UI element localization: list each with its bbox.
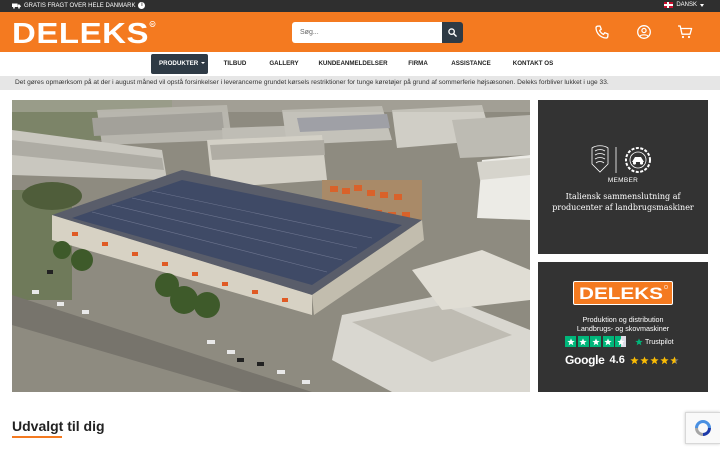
shipping-text: GRATIS FRAGT OVER HELE DANMARK <box>24 2 136 9</box>
flag-dk-icon <box>664 2 674 8</box>
member-description: Italiensk sammenslutning af producenter … <box>552 192 694 212</box>
svg-text:DELEKS: DELEKS <box>579 284 663 303</box>
top-bar: GRATIS FRAGT OVER HELE DANMARK i DANSK <box>0 0 720 12</box>
language-label: DANSK <box>676 2 697 8</box>
trustpilot-label: Trustpilot <box>645 338 674 346</box>
trustpilot-star-icon <box>635 338 643 346</box>
user-icon[interactable] <box>636 24 652 40</box>
trust-line-2: Landbrugs- og skovmaskiner <box>576 324 670 333</box>
language-selector[interactable]: DANSK <box>664 2 704 8</box>
star-icon <box>577 336 589 347</box>
nav-item-label: PRODUKTER <box>159 60 199 67</box>
deleks-logo-badge: DELEKS <box>573 281 673 305</box>
section-title: Udvalgt til dig <box>12 418 105 434</box>
phone-icon[interactable] <box>594 24 610 40</box>
member-label: MEMBER <box>607 177 639 184</box>
nav-item-produkter[interactable]: PRODUKTER <box>151 54 208 74</box>
trust-line-1: Produktion og distribution <box>582 315 664 324</box>
notice-banner: Det gøres opmærksom på at der i august m… <box>0 76 720 90</box>
federunacoma-emblem <box>591 145 651 173</box>
shipping-notice: GRATIS FRAGT OVER HELE DANMARK i <box>12 2 146 9</box>
hero-factory-image[interactable] <box>12 100 530 392</box>
nav-item-kontakt-os[interactable]: KONTAKT OS <box>510 54 556 74</box>
google-logo: Google <box>565 353 605 367</box>
search-icon <box>448 28 457 37</box>
member-card[interactable]: MEMBER Italiensk sammenslutning af produ… <box>538 100 708 254</box>
section-underline <box>12 436 62 438</box>
chevron-down-icon <box>201 62 206 65</box>
star-half-icon <box>615 336 626 347</box>
star-icon <box>590 336 601 347</box>
recaptcha-badge[interactable] <box>685 412 720 444</box>
star-icon <box>602 336 614 347</box>
google-rating: 4.6 <box>609 354 625 366</box>
trustpilot-stars <box>565 336 626 347</box>
nav-item-kundeanmeldelser[interactable]: KUNDEANMELDELSER <box>318 54 388 74</box>
google-rating-row: Google 4.6 <box>565 353 679 367</box>
trustpilot-brand: Trustpilot <box>635 338 674 346</box>
truck-icon <box>12 3 21 9</box>
trust-card[interactable]: DELEKS Produktion og distribution Landbr… <box>538 262 708 392</box>
search-button[interactable] <box>442 22 463 43</box>
factory-aerial-photo <box>12 100 530 392</box>
star-icon <box>660 355 669 364</box>
nav-item-assistance[interactable]: ASSISTANCE <box>448 54 494 74</box>
nav-item-firma[interactable]: FIRMA <box>404 54 432 74</box>
info-icon[interactable]: i <box>138 2 146 9</box>
search-bar <box>292 22 463 43</box>
nav-item-tilbud[interactable]: TILBUD <box>218 54 252 74</box>
recaptcha-icon <box>695 420 711 436</box>
site-header: DELEKS R <box>0 12 720 52</box>
star-icon <box>640 355 649 364</box>
cart-icon[interactable] <box>677 24 693 40</box>
nav-item-gallery[interactable]: GALLERY <box>267 54 301 74</box>
chevron-down-icon <box>700 3 704 7</box>
star-half-icon <box>670 355 679 364</box>
svg-text:DELEKS: DELEKS <box>12 19 149 47</box>
star-icon <box>630 355 639 364</box>
google-stars <box>630 355 679 365</box>
deleks-logo[interactable]: DELEKS R <box>12 19 156 47</box>
star-icon <box>565 336 576 347</box>
main-nav: PRODUKTER TILBUD GALLERY KUNDEANMELDELSE… <box>0 52 720 76</box>
star-icon <box>650 355 659 364</box>
search-input[interactable] <box>292 22 442 43</box>
